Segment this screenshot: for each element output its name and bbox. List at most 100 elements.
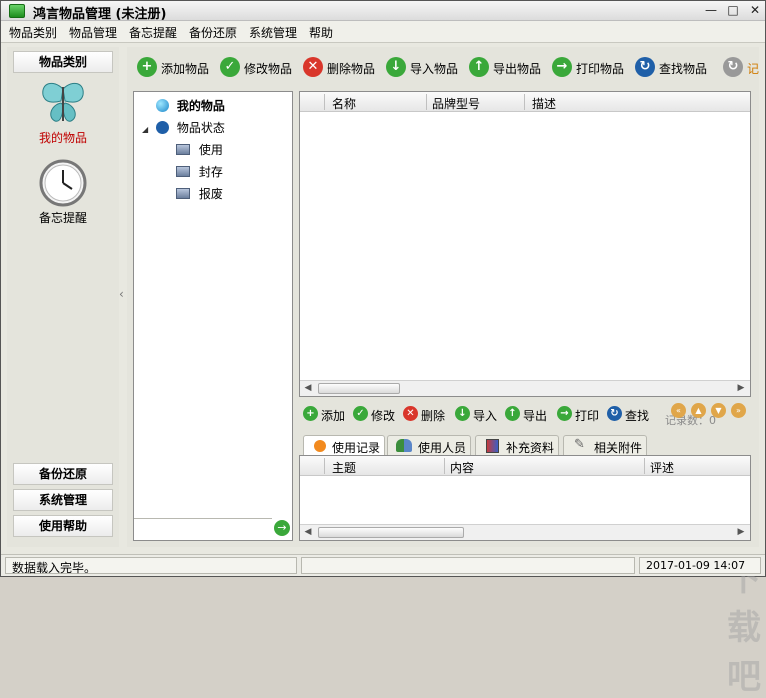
usage-grid: 主题 内容 评述 ◀ ▶ [299, 455, 751, 541]
users-icon [396, 439, 412, 452]
col-content[interactable]: 内容 [450, 459, 474, 476]
tree-node-use[interactable]: 使用 [176, 141, 223, 158]
col-brand-model[interactable]: 品牌型号 [432, 95, 480, 112]
app-icon [9, 4, 25, 18]
nav-category-button[interactable]: 物品类别 [13, 51, 113, 73]
tree-scrapped-label: 报废 [198, 187, 223, 201]
detail-tabs: 使用记录 使用人员 补充资料 ✎ 相关附件 [299, 433, 751, 456]
status-message: 数据载入完毕。 [12, 561, 97, 575]
scroll-right-icon[interactable]: ▶ [734, 526, 748, 539]
tree-node-scrapped[interactable]: 报废 [176, 185, 223, 202]
paperclip-icon: ✎ [574, 437, 585, 452]
tree-node-my-items[interactable]: 我的物品 [156, 97, 225, 114]
tree-search-input[interactable] [134, 518, 272, 540]
edit-item-button[interactable]: ✓ 修改物品 [220, 57, 300, 77]
tab-usage-record[interactable]: 使用记录 [303, 435, 385, 456]
export-item-button[interactable]: ↑ 导出物品 [469, 57, 549, 77]
tree-sealed-label: 封存 [198, 165, 223, 179]
menu-item-reminder[interactable]: 备忘提醒 [129, 24, 177, 41]
menu-item-help[interactable]: 帮助 [309, 24, 333, 41]
nav-item-my-items[interactable]: 我的物品 [7, 129, 119, 146]
status-datetime-panel: 2017-01-09 14:07 [639, 557, 761, 574]
export-item-label: 导出物品 [493, 62, 542, 76]
arrow-down-icon: ↓ [386, 57, 406, 77]
rss-icon [314, 440, 326, 452]
arrow-down-icon: ↓ [455, 406, 470, 421]
scroll-left-icon[interactable]: ◀ [301, 526, 315, 539]
col-name[interactable]: 名称 [332, 95, 356, 112]
collapse-left-icon[interactable]: ‹ [119, 287, 124, 301]
add-item-button[interactable]: + 添加物品 [137, 57, 217, 77]
tab-users[interactable]: 使用人员 [387, 435, 471, 455]
tree-use-label: 使用 [198, 143, 223, 157]
nav-help-button[interactable]: 使用帮助 [13, 515, 113, 537]
expand-triangle-icon[interactable]: ◢ [142, 125, 148, 134]
print-item-button[interactable]: → 打印物品 [552, 57, 632, 77]
status-progress-panel [301, 557, 635, 574]
usage-hscrollbar[interactable]: ◀ ▶ [300, 524, 750, 540]
left-nav-panel: 物品类别 我的物品 备忘提醒 备份还原 系统管理 使用帮助 [7, 47, 119, 547]
scroll-left-icon[interactable]: ◀ [301, 382, 315, 395]
title-bar: 鸿言物品管理 (未注册) — □ ✕ [1, 1, 765, 22]
items-hscrollbar[interactable]: ◀ ▶ [300, 380, 750, 396]
tab-attachments[interactable]: ✎ 相关附件 [563, 435, 647, 455]
nav-system-button[interactable]: 系统管理 [13, 489, 113, 511]
find-item-button[interactable]: ↻ 查找物品 [635, 57, 715, 77]
import-item-label: 导入物品 [410, 62, 459, 76]
tree-node-sealed[interactable]: 封存 [176, 163, 223, 180]
edit-item-label: 修改物品 [244, 62, 293, 76]
tab-supplement[interactable]: 补充资料 [475, 435, 559, 455]
folder-icon [176, 188, 190, 199]
delete-item-button[interactable]: ✕ 删除物品 [303, 57, 383, 77]
go-arrow-icon[interactable]: → [274, 520, 290, 536]
menu-bar: 物品类别 物品管理 备忘提醒 备份还原 系统管理 帮助 [1, 21, 765, 43]
menu-item-manage[interactable]: 物品管理 [69, 24, 117, 41]
folder-icon [176, 166, 190, 177]
delete-x-icon: ✕ [403, 406, 418, 421]
nav-last-icon[interactable]: » [731, 403, 746, 418]
tab-attachments-label: 相关附件 [594, 441, 643, 455]
record-button[interactable]: ↻ 记 [723, 57, 759, 77]
nav-prev-icon[interactable]: ▲ [691, 403, 706, 418]
menu-item-backup[interactable]: 备份还原 [189, 24, 237, 41]
scroll-right-icon[interactable]: ▶ [734, 382, 748, 395]
col-description[interactable]: 描述 [532, 95, 556, 112]
tree-node-status[interactable]: ◢ 物品状态 [142, 119, 225, 136]
butterfly-icon[interactable] [39, 79, 87, 125]
nav-item-reminder[interactable]: 备忘提醒 [7, 209, 119, 226]
minimize-icon[interactable]: — [701, 2, 721, 18]
status-bar: 数据载入完毕。 2017-01-09 14:07 [1, 554, 765, 576]
arrow-right-icon: → [557, 406, 572, 421]
refresh-icon: ↻ [635, 57, 655, 77]
status-icon [155, 121, 169, 134]
nav-next-icon[interactable]: ▼ [711, 403, 726, 418]
nav-first-icon[interactable]: « [671, 403, 686, 418]
check-icon: ✓ [220, 57, 240, 77]
arrow-up-icon: ↑ [469, 57, 489, 77]
refresh-icon: ↻ [607, 406, 622, 421]
main-window: 鸿言物品管理 (未注册) — □ ✕ 物品类别 物品管理 备忘提醒 备份还原 系… [0, 0, 766, 697]
clock-icon[interactable] [39, 159, 87, 207]
scroll-thumb[interactable] [318, 527, 464, 538]
tree-status-label: 物品状态 [176, 121, 225, 135]
close-icon[interactable]: ✕ [745, 2, 765, 18]
plus-icon: + [303, 406, 318, 421]
nav-backup-button[interactable]: 备份还原 [13, 463, 113, 485]
col-subject[interactable]: 主题 [332, 459, 356, 476]
folder-icon [176, 144, 190, 155]
menu-item-category[interactable]: 物品类别 [9, 24, 57, 41]
delete-item-label: 删除物品 [327, 62, 376, 76]
tab-supplement-label: 补充资料 [506, 441, 555, 455]
tree-root-label: 我的物品 [176, 99, 225, 113]
scroll-thumb[interactable] [318, 383, 400, 394]
items-grid-header: 名称 品牌型号 描述 [300, 92, 750, 112]
import-item-button[interactable]: ↓ 导入物品 [386, 57, 466, 77]
col-comment[interactable]: 评述 [650, 459, 674, 476]
cycle-icon: ↻ [723, 57, 743, 77]
menu-item-system[interactable]: 系统管理 [249, 24, 297, 41]
sub-find-label: 查找 [625, 409, 650, 423]
delete-x-icon: ✕ [303, 57, 323, 77]
arrow-up-icon: ↑ [505, 406, 520, 421]
status-message-panel: 数据载入完毕。 [5, 557, 297, 575]
maximize-icon[interactable]: □ [723, 2, 743, 18]
